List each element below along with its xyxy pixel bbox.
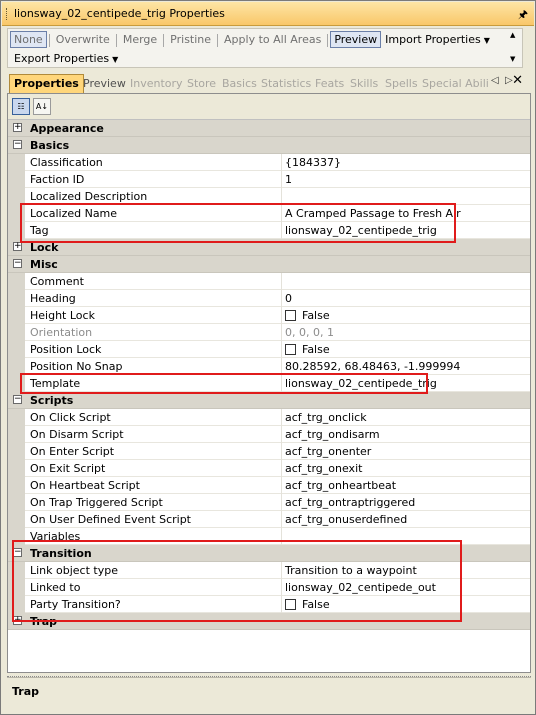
window-title: lionsway_02_centipede_trig Properties (14, 7, 225, 20)
property-value[interactable]: acf_trg_onexit (285, 462, 362, 475)
property-value[interactable]: acf_trg_onclick (285, 411, 367, 424)
tab-properties[interactable]: Properties (9, 74, 84, 93)
scroll-down-icon[interactable]: ▼ (510, 55, 515, 63)
export-properties-button[interactable]: Export Properties ▼ (10, 50, 122, 67)
property-row[interactable]: On Heartbeat Script acf_trg_onheartbeat (8, 477, 530, 494)
property-value[interactable]: acf_trg_onheartbeat (285, 479, 396, 492)
property-name: On Enter Script (30, 445, 115, 458)
highlight-box (12, 540, 462, 622)
property-name: Position No Snap (30, 360, 123, 373)
property-name: On Heartbeat Script (30, 479, 140, 492)
property-value[interactable]: acf_trg_ondisarm (285, 428, 380, 441)
preview-button[interactable]: Preview (330, 31, 382, 48)
property-row[interactable]: On Disarm Script acf_trg_ondisarm (8, 426, 530, 443)
splitter[interactable] (7, 674, 531, 677)
overwrite-button[interactable]: Overwrite (52, 31, 114, 48)
collapse-icon[interactable]: − (13, 140, 22, 149)
property-name: Localized Description (30, 190, 148, 203)
checkbox[interactable] (285, 310, 296, 321)
property-value[interactable]: False (285, 309, 330, 322)
property-name: On Trap Triggered Script (30, 496, 163, 509)
property-value[interactable]: 0 (285, 292, 292, 305)
tab-statistics[interactable]: Statistics (261, 74, 311, 93)
collapse-icon[interactable]: − (13, 395, 22, 404)
none-button[interactable]: None (10, 31, 47, 48)
alphabetical-sort-icon[interactable]: A↓ (33, 98, 51, 115)
chevron-down-icon: ▼ (483, 36, 490, 45)
property-value: 0, 0, 0, 1 (285, 326, 334, 339)
property-row[interactable]: Position Lock False (8, 341, 530, 358)
pristine-button[interactable]: Pristine (166, 31, 215, 48)
tab-feats[interactable]: Feats (315, 74, 344, 93)
tab-strip: Properties Preview Inventory Store Basic… (7, 71, 531, 93)
property-name: On Click Script (30, 411, 111, 424)
tab-basics[interactable]: Basics (222, 74, 257, 93)
tab-special-abilities[interactable]: Special Abili (422, 74, 489, 93)
close-icon[interactable]: ✕ (512, 73, 523, 88)
chevron-down-icon: ▼ (112, 55, 119, 64)
property-value[interactable]: 80.28592, 68.48463, -1.999994 (285, 360, 460, 373)
title-bar[interactable]: lionsway_02_centipede_trig Properties 🖈 (2, 2, 534, 26)
pin-icon[interactable]: 🖈 (518, 6, 528, 25)
category-scripts[interactable]: − Scripts (8, 392, 530, 409)
properties-toolbar: None Overwrite Merge Pristine Apply to All A… (7, 28, 523, 68)
checkbox[interactable] (285, 344, 296, 355)
description-pane: Trap (7, 674, 531, 711)
description-title: Trap (12, 685, 40, 698)
toolbar-scroll[interactable]: ▲ ▼ (510, 31, 520, 65)
property-name: Heading (30, 292, 76, 305)
property-name: Position Lock (30, 343, 102, 356)
property-row[interactable]: On Trap Triggered Script acf_trg_ontraptr… (8, 494, 530, 511)
tab-preview[interactable]: Preview (83, 74, 126, 93)
property-name: On Exit Script (30, 462, 106, 475)
scroll-up-icon[interactable]: ▲ (510, 31, 515, 39)
category-basics[interactable]: − Basics (8, 137, 530, 154)
property-name: Classification (30, 156, 103, 169)
property-name: On Disarm Script (30, 428, 124, 441)
properties-window: lionsway_02_centipede_trig Properties 🖈 … (0, 0, 536, 715)
property-value[interactable]: acf_trg_ontraptriggered (285, 496, 415, 509)
expand-icon[interactable]: + (13, 242, 22, 251)
property-row[interactable]: Faction ID 1 (8, 171, 530, 188)
property-value[interactable]: acf_trg_onenter (285, 445, 371, 458)
merge-button[interactable]: Merge (119, 31, 161, 48)
tab-inventory[interactable]: Inventory (130, 74, 183, 93)
apply-to-all-areas-button[interactable]: Apply to All Areas (220, 31, 325, 48)
property-row[interactable]: Comment (8, 273, 530, 290)
tab-scroll-left-icon[interactable]: ◁ (491, 75, 499, 86)
property-row[interactable]: Height Lock False (8, 307, 530, 324)
property-name: Orientation (30, 326, 93, 339)
collapse-icon[interactable]: − (13, 259, 22, 268)
tab-skills[interactable]: Skills (350, 74, 378, 93)
category-appearance[interactable]: + Appearance (8, 120, 530, 137)
property-value[interactable]: {184337} (285, 156, 341, 169)
category-misc[interactable]: − Misc (8, 256, 530, 273)
property-row[interactable]: Classification {184337} (8, 154, 530, 171)
property-grid-pane: ☷ A↓ + Appearance − Basics Classification {… (7, 93, 531, 673)
import-properties-button[interactable]: Import Properties ▼ (381, 31, 494, 48)
property-name: Comment (30, 275, 84, 288)
property-value[interactable]: acf_trg_onuserdefined (285, 513, 407, 526)
property-name: Faction ID (30, 173, 85, 186)
property-row[interactable]: On Click Script acf_trg_onclick (8, 409, 530, 426)
property-row[interactable]: On Enter Script acf_trg_onenter (8, 443, 530, 460)
property-row[interactable]: On User Defined Event Script acf_trg_onus… (8, 511, 530, 528)
property-grid-toolbar: ☷ A↓ (8, 94, 530, 120)
property-row[interactable]: Orientation 0, 0, 0, 1 (8, 324, 530, 341)
property-row[interactable]: Heading 0 (8, 290, 530, 307)
highlight-box (20, 373, 428, 394)
tab-spells[interactable]: Spells (385, 74, 418, 93)
property-name: On User Defined Event Script (30, 513, 191, 526)
tab-store[interactable]: Store (187, 74, 216, 93)
property-name: Height Lock (30, 309, 95, 322)
property-value[interactable]: False (285, 343, 330, 356)
property-value[interactable]: 1 (285, 173, 292, 186)
drag-grip-icon[interactable] (6, 8, 9, 20)
categorized-view-icon[interactable]: ☷ (12, 98, 30, 115)
property-row[interactable]: On Exit Script acf_trg_onexit (8, 460, 530, 477)
expand-icon[interactable]: + (13, 123, 22, 132)
highlight-box (20, 203, 456, 243)
